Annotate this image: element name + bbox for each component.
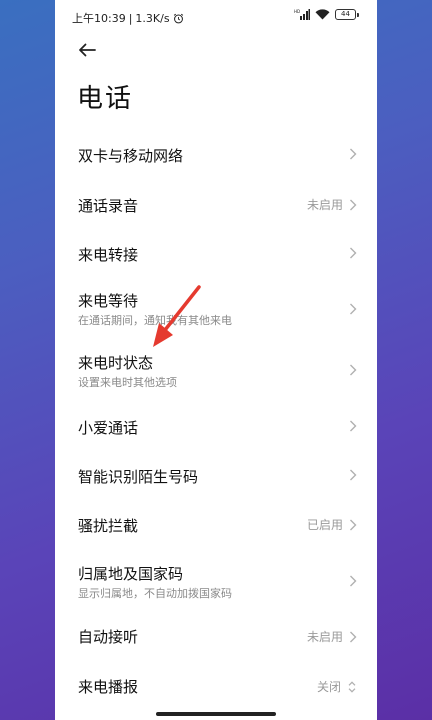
- item-subtitle: 设置来电时其他选项: [78, 376, 177, 389]
- settings-item-spam-blocking[interactable]: 骚扰拦截 已启用: [55, 502, 377, 552]
- item-label: 智能识别陌生号码: [78, 468, 199, 486]
- item-label: 自动接听: [78, 628, 139, 646]
- item-right: 未启用: [307, 196, 357, 213]
- item-right: 未启用: [307, 628, 357, 645]
- chevron-right-icon: [350, 303, 357, 315]
- item-right: [349, 247, 357, 259]
- item-right: 关闭: [317, 678, 357, 695]
- chevron-right-icon: [350, 364, 357, 376]
- item-label: 骚扰拦截: [78, 517, 139, 535]
- settings-item-xiaoai-call[interactable]: 小爱通话: [55, 402, 377, 452]
- settings-item-auto-answer[interactable]: 自动接听 未启用: [55, 612, 377, 662]
- item-subtitle: 显示归属地，不自动加拨国家码: [78, 587, 232, 600]
- item-status: 未启用: [306, 630, 343, 644]
- chevron-right-icon: [350, 199, 357, 210]
- item-label: 小爱通话: [78, 419, 139, 437]
- cellular-signal-icon: HD: [294, 9, 310, 20]
- phone-screen: 上午10:39 | 1.3K/s HD 44 电话 双卡与移动网络 通话录音 未…: [55, 0, 377, 720]
- item-label: 双卡与移动网络: [78, 147, 184, 165]
- battery-icon: 44: [335, 9, 359, 20]
- item-label: 来电时状态: [78, 354, 154, 372]
- item-subtitle: 在通话期间，通知我有其他来电: [78, 314, 232, 327]
- wifi-icon: [315, 9, 330, 20]
- chevron-right-icon: [350, 631, 357, 642]
- settings-item-call-waiting[interactable]: 来电等待 在通话期间，通知我有其他来电: [55, 280, 377, 342]
- chevron-right-icon: [350, 420, 357, 432]
- settings-item-call-forwarding[interactable]: 来电转接: [55, 230, 377, 280]
- alarm-icon: [173, 13, 183, 23]
- page-title: 电话: [77, 84, 134, 114]
- battery-tip: [357, 12, 359, 17]
- chevron-right-icon: [350, 148, 357, 160]
- back-button[interactable]: [75, 38, 99, 62]
- item-right: [349, 469, 357, 481]
- home-indicator: [156, 712, 276, 716]
- item-label: 通话录音: [78, 197, 139, 215]
- item-right: [349, 364, 357, 376]
- item-right: [349, 303, 357, 315]
- item-right: [349, 420, 357, 432]
- chevron-up-down-icon: [348, 680, 356, 693]
- item-right: [349, 148, 357, 160]
- status-bar: 上午10:39 | 1.3K/s HD 44: [55, 0, 377, 34]
- chevron-right-icon: [350, 575, 357, 587]
- settings-item-dual-sim[interactable]: 双卡与移动网络: [55, 130, 377, 180]
- settings-item-unknown-number-id[interactable]: 智能识别陌生号码: [55, 452, 377, 502]
- back-arrow-icon: [79, 43, 96, 57]
- settings-item-caller-announcement[interactable]: 来电播报 关闭: [55, 662, 377, 712]
- item-label: 来电播报: [78, 678, 139, 696]
- status-time: 上午10:39: [72, 12, 126, 25]
- item-label: 来电等待: [78, 292, 139, 310]
- chevron-right-icon: [350, 247, 357, 259]
- chevron-right-icon: [350, 519, 357, 530]
- svg-text:HD: HD: [294, 9, 300, 14]
- item-right: 已启用: [307, 516, 357, 533]
- chevron-right-icon: [350, 469, 357, 481]
- settings-item-call-recording[interactable]: 通话录音 未启用: [55, 180, 377, 230]
- item-status: 未启用: [306, 198, 343, 212]
- status-right: HD 44: [294, 9, 359, 20]
- network-speed: 1.3K/s: [135, 11, 170, 25]
- battery-level: 44: [335, 9, 356, 20]
- item-right: [349, 575, 357, 587]
- settings-item-caller-location[interactable]: 归属地及国家码 显示归属地，不自动加拨国家码: [55, 552, 377, 612]
- status-left: 上午10:39 | 1.3K/s: [72, 10, 184, 26]
- item-status: 关闭: [316, 680, 341, 694]
- item-status: 已启用: [306, 518, 343, 532]
- item-label: 归属地及国家码: [78, 565, 184, 583]
- settings-item-incoming-call-status[interactable]: 来电时状态 设置来电时其他选项: [55, 342, 377, 402]
- item-label: 来电转接: [78, 246, 139, 264]
- status-separator: |: [128, 11, 133, 25]
